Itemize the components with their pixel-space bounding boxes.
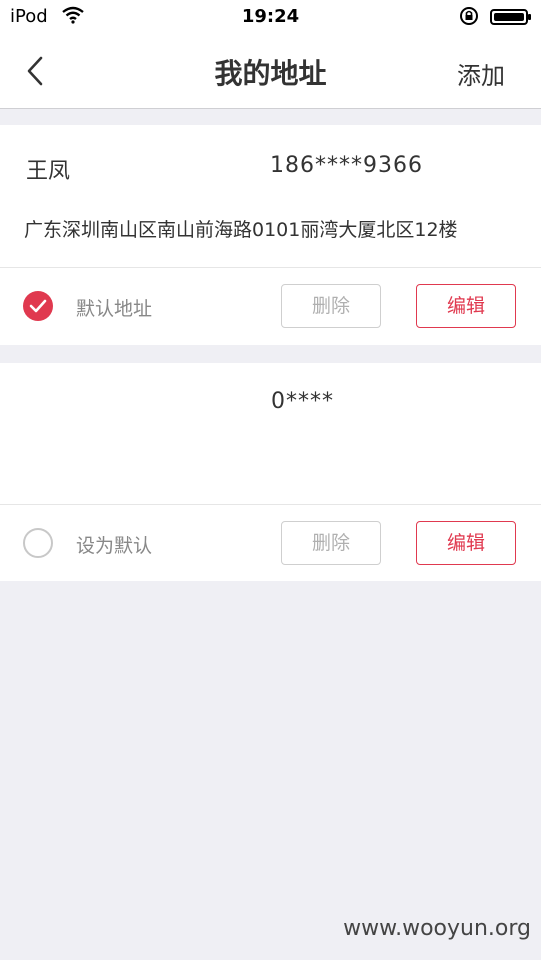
divider xyxy=(0,504,541,505)
address-card: 0**** 设为默认 删除 编辑 xyxy=(0,363,541,581)
check-icon xyxy=(29,299,47,313)
rotation-lock-icon xyxy=(458,6,480,31)
edit-button[interactable]: 编辑 xyxy=(416,521,516,565)
add-address-button[interactable]: 添加 xyxy=(457,56,505,91)
recipient-address: 广东深圳南山区南山前海路0101丽湾大厦北区12楼 xyxy=(24,219,458,241)
recipient-name: 王凤 xyxy=(26,159,71,184)
default-radio-unchecked[interactable] xyxy=(23,528,53,558)
nav-bar: 我的地址 添加 xyxy=(0,34,541,109)
watermark: www.wooyun.org xyxy=(343,916,531,941)
default-radio-checked[interactable] xyxy=(23,291,53,321)
set-default-label: 设为默认 xyxy=(76,535,153,557)
default-label: 默认地址 xyxy=(76,298,153,320)
divider xyxy=(0,267,541,268)
status-bar: iPod 19:24 xyxy=(0,0,541,34)
edit-button[interactable]: 编辑 xyxy=(416,284,516,328)
battery-icon xyxy=(490,9,531,25)
delete-button[interactable]: 删除 xyxy=(281,521,381,565)
recipient-phone: 186****9366 xyxy=(270,153,423,178)
delete-button[interactable]: 删除 xyxy=(281,284,381,328)
recipient-phone: 0**** xyxy=(271,389,334,414)
address-card: 王凤 186****9366 广东深圳南山区南山前海路0101丽湾大厦北区12楼… xyxy=(0,125,541,345)
